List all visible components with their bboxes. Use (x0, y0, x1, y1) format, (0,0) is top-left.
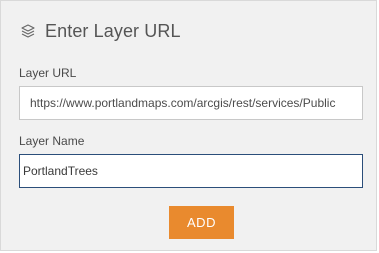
layer-url-label: Layer URL (19, 66, 77, 80)
panel-title: Enter Layer URL (45, 20, 181, 41)
enter-layer-url-panel: Enter Layer URL Layer URL Layer Name ADD (0, 0, 377, 251)
layer-name-input[interactable] (19, 154, 363, 188)
layer-url-input[interactable] (19, 86, 363, 120)
layer-name-label: Layer Name (19, 134, 85, 148)
panel-header: Enter Layer URL (19, 20, 181, 42)
layers-icon (19, 22, 37, 40)
add-button[interactable]: ADD (169, 206, 234, 239)
